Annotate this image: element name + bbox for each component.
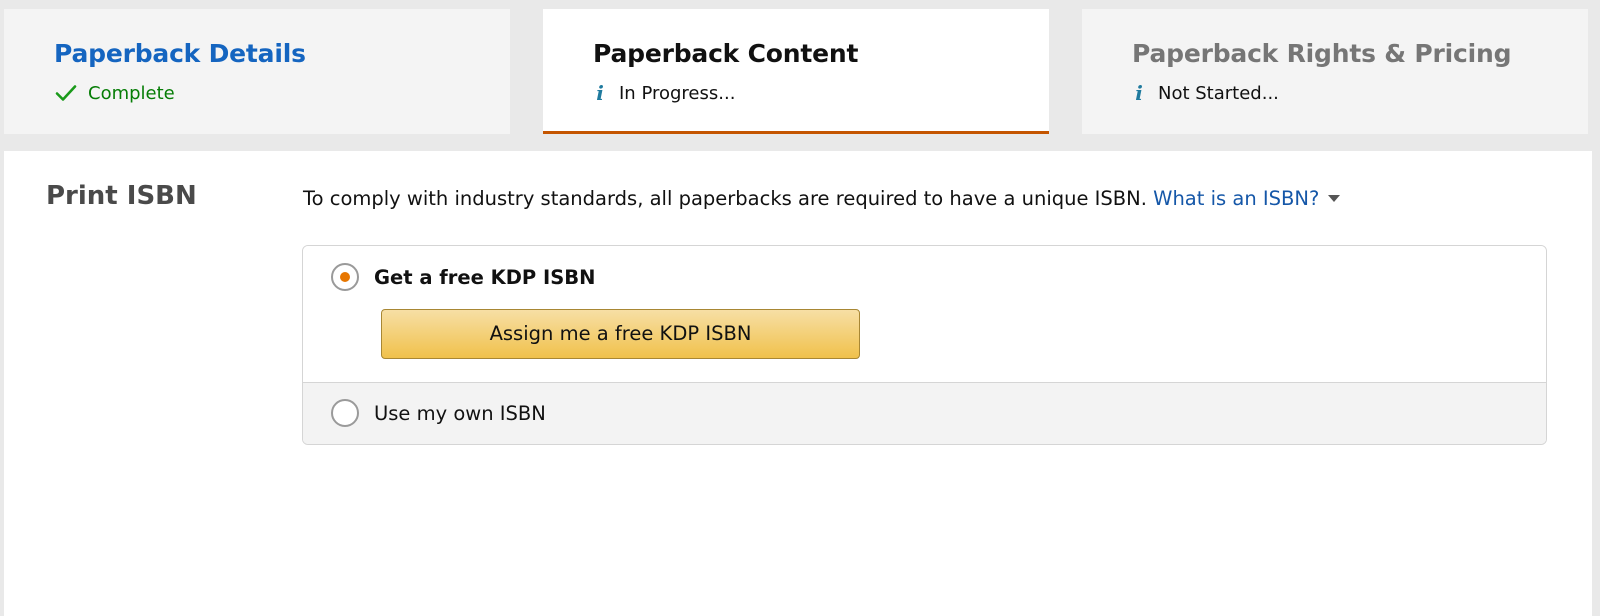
isbn-options: Get a free KDP ISBN Assign me a free KDP… (302, 245, 1547, 445)
tab-status-label: In Progress... (619, 82, 736, 104)
info-icon: i (596, 81, 604, 105)
tab-status-label: Complete (88, 82, 175, 104)
option-free-kdp-isbn: Get a free KDP ISBN Assign me a free KDP… (303, 246, 1546, 383)
tab-title: Paperback Rights & Pricing (1132, 39, 1512, 68)
tab-paperback-details[interactable]: Paperback Details Complete (4, 9, 510, 134)
tab-title: Paperback Content (593, 39, 859, 68)
assign-free-isbn-button[interactable]: Assign me a free KDP ISBN (381, 309, 860, 359)
print-isbn-section: Print ISBN To comply with industry stand… (4, 151, 1592, 616)
radio-own-isbn[interactable] (331, 399, 359, 427)
tab-paperback-content[interactable]: Paperback Content i In Progress... (543, 9, 1049, 134)
caret-down-icon[interactable] (1328, 195, 1341, 202)
option-own-isbn: Use my own ISBN (303, 383, 1546, 444)
check-icon (55, 85, 77, 101)
tab-status: i In Progress... (593, 81, 735, 105)
radio-free-kdp-isbn[interactable] (331, 263, 359, 291)
tab-status: Complete (54, 81, 175, 105)
tab-title: Paperback Details (54, 39, 306, 68)
tab-status: i Not Started... (1132, 81, 1279, 105)
section-label: Print ISBN (46, 181, 197, 211)
option-label[interactable]: Get a free KDP ISBN (374, 266, 596, 289)
isbn-intro-text: To comply with industry standards, all p… (303, 187, 1147, 210)
tab-status-label: Not Started... (1158, 82, 1279, 104)
isbn-intro: To comply with industry standards, all p… (303, 187, 1341, 210)
info-icon: i (1135, 81, 1143, 105)
option-label[interactable]: Use my own ISBN (374, 402, 546, 425)
radio-selected-dot (340, 272, 350, 282)
tab-paperback-rights-pricing[interactable]: Paperback Rights & Pricing i Not Started… (1082, 9, 1588, 134)
what-is-isbn-link[interactable]: What is an ISBN? (1153, 187, 1319, 210)
